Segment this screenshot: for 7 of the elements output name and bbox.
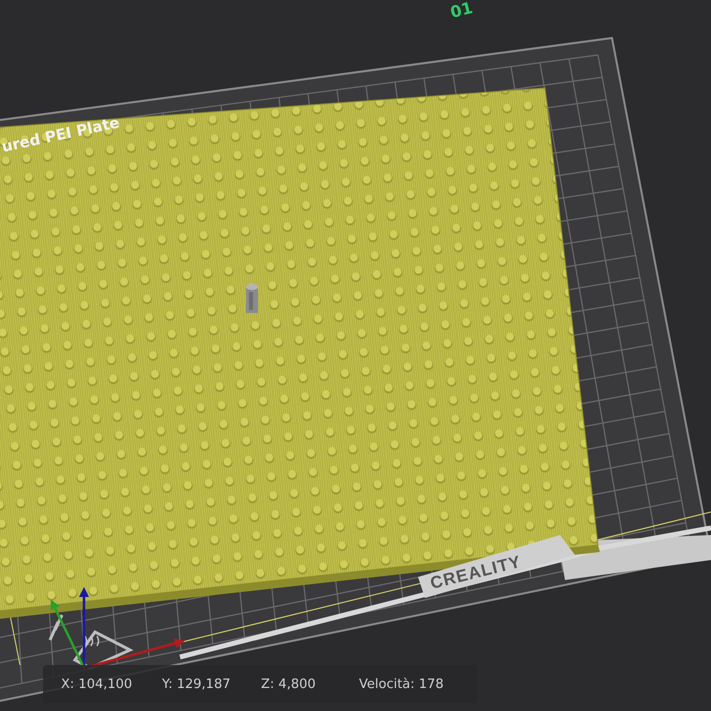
coordinate-readout: Y: 129,187	[162, 676, 232, 692]
coordinate-readout: Z: 4,800	[261, 676, 317, 692]
coordinate-readout: X: 104,100	[61, 676, 134, 692]
plate-name: ured PEI Plate	[0, 113, 122, 156]
plate-number: 01	[448, 0, 475, 22]
model-object	[246, 284, 258, 313]
coordinate-readout: Velocità: 178	[359, 676, 444, 692]
